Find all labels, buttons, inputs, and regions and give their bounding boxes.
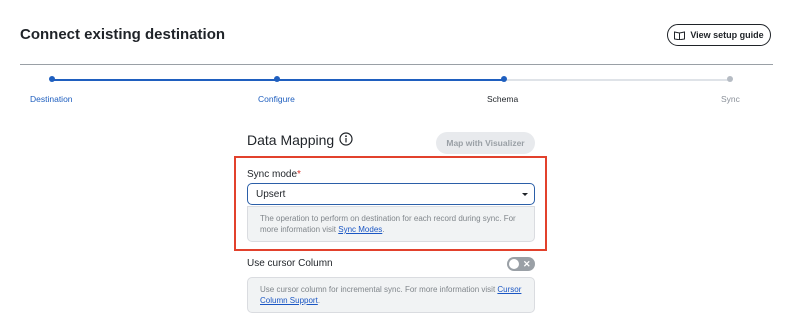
step-label-configure[interactable]: Configure bbox=[258, 94, 295, 104]
toggle-knob bbox=[509, 259, 519, 269]
step-dot-schema bbox=[501, 76, 507, 82]
data-mapping-title: Data Mapping bbox=[247, 132, 335, 148]
cursor-column-toggle[interactable]: ✕ bbox=[507, 257, 535, 271]
step-label-schema: Schema bbox=[487, 94, 519, 104]
step-dot-destination bbox=[49, 76, 55, 82]
sync-modes-link[interactable]: Sync Modes bbox=[338, 225, 382, 234]
map-with-visualizer-button[interactable]: Map with Visualizer bbox=[436, 132, 535, 154]
x-icon: ✕ bbox=[523, 259, 531, 269]
step-dot-sync bbox=[727, 76, 733, 82]
cursor-column-help: Use cursor column for incremental sync. … bbox=[247, 277, 535, 313]
sync-mode-label: Sync mode* bbox=[247, 169, 301, 180]
stepper-track-2 bbox=[277, 79, 504, 81]
cursor-column-label: Use cursor Column bbox=[247, 258, 333, 269]
sync-mode-help: The operation to perform on destination … bbox=[247, 206, 535, 242]
progress-stepper: Destination Configure Schema Sync bbox=[0, 0, 800, 110]
chevron-down-icon bbox=[522, 193, 528, 196]
info-circle-icon[interactable] bbox=[339, 132, 353, 146]
stepper-track-1 bbox=[52, 79, 277, 81]
sync-mode-select[interactable]: Upsert bbox=[247, 183, 535, 205]
required-marker: * bbox=[297, 169, 301, 180]
step-dot-configure bbox=[274, 76, 280, 82]
sync-mode-value: Upsert bbox=[256, 188, 286, 200]
step-label-destination[interactable]: Destination bbox=[30, 94, 73, 104]
stepper-track-3 bbox=[504, 79, 730, 81]
step-label-sync: Sync bbox=[721, 94, 740, 104]
